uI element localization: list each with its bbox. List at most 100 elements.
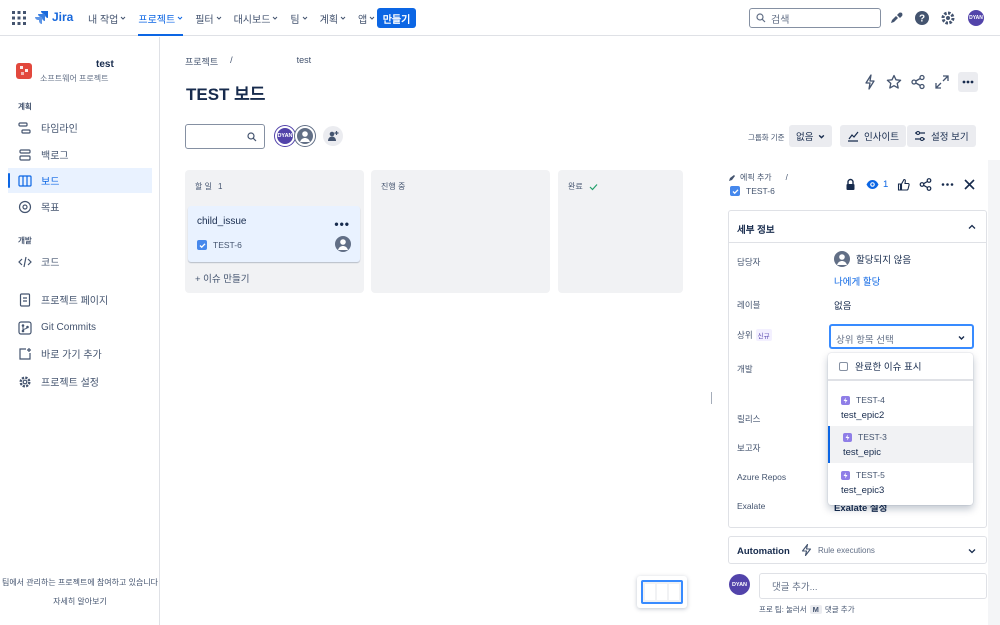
show-done-label: 완료한 이슈 표시 — [855, 362, 922, 373]
insights-button[interactable]: 인사이트 — [840, 125, 906, 147]
share-icon[interactable] — [910, 74, 926, 90]
avatar-filter-dyan[interactable]: DYAN — [275, 126, 295, 146]
more-icon[interactable] — [941, 178, 954, 191]
sidebar-item-project-settings[interactable]: 프로젝트 설정 — [8, 369, 152, 394]
add-epic-link[interactable]: 에픽 추가 / — [728, 172, 788, 183]
labels-value[interactable]: 없음 — [834, 298, 851, 312]
global-search-input[interactable]: 검색 — [749, 8, 881, 28]
close-icon[interactable] — [963, 178, 976, 191]
project-header[interactable]: test 소프트웨어 프로젝트 — [16, 59, 156, 87]
column-title: 완료 — [568, 182, 583, 191]
menu-my-work[interactable]: 내 작업 — [88, 0, 132, 36]
sidebar-item-label: 목표 — [41, 203, 60, 214]
group-by-dropdown[interactable]: 없음 — [789, 125, 833, 147]
svg-text:?: ? — [919, 14, 925, 25]
chevron-down-icon — [273, 16, 278, 20]
search-icon — [247, 132, 257, 142]
pro-tip-key: M — [809, 605, 822, 614]
board-minimap[interactable] — [637, 576, 687, 608]
comment-input[interactable]: 댓글 추가... — [759, 573, 987, 599]
assign-to-me-link[interactable]: 나에게 할당 — [834, 274, 880, 288]
create-issue-button[interactable]: + 이슈 만들기 — [195, 271, 250, 285]
add-shortcut-icon — [19, 347, 31, 360]
sidebar-item-git-commits[interactable]: Git Commits — [8, 315, 152, 340]
epic-lightning-icon — [841, 395, 850, 405]
option-name: test_epic2 — [841, 410, 885, 421]
sidebar-item-board[interactable]: 보드 — [8, 168, 152, 193]
help-icon[interactable]: ? — [914, 10, 930, 26]
thumbs-up-icon[interactable] — [897, 178, 910, 191]
menu-projects[interactable]: 프로젝트 — [138, 0, 189, 36]
settings-gear-icon — [19, 375, 31, 388]
expand-icon[interactable] — [934, 74, 950, 90]
card-key: TEST-6 — [197, 240, 242, 250]
lock-icon[interactable] — [844, 178, 857, 191]
breadcrumb-project[interactable]: test — [297, 55, 312, 68]
breadcrumb-projects[interactable]: 프로젝트 — [185, 55, 218, 68]
column-header: 완료 — [568, 181, 598, 192]
more-actions-button[interactable] — [958, 72, 978, 92]
column-title: 진행 중 — [381, 182, 406, 191]
parent-dropdown-menu: 완료한 이슈 표시 TEST-4 test_epic2 TEST-3 test_… — [828, 353, 973, 505]
minimap-viewport[interactable] — [641, 580, 683, 604]
create-button[interactable]: 만들기 — [377, 8, 416, 28]
user-avatar-icon — [297, 128, 313, 144]
view-settings-button[interactable]: 설정 보기 — [907, 125, 976, 147]
sidebar-item-timeline[interactable]: 타임라인 — [8, 115, 152, 140]
unassigned-avatar-icon[interactable] — [335, 236, 351, 252]
settings-gear-icon[interactable] — [940, 10, 956, 26]
add-people-button[interactable] — [323, 126, 343, 146]
column-header: 진행 중 — [381, 181, 405, 192]
issue-key-link[interactable]: TEST-6 — [730, 186, 775, 196]
avatar-filter-unassigned[interactable] — [295, 126, 315, 146]
menu-dashboards[interactable]: 대시보드 — [234, 0, 285, 36]
parent-option[interactable]: TEST-5 test_epic3 — [828, 464, 973, 501]
watch-eye-icon[interactable] — [866, 178, 879, 191]
parent-option[interactable]: TEST-4 test_epic2 — [828, 389, 973, 426]
task-type-icon — [197, 240, 207, 250]
details-header[interactable]: 세부 정보 — [729, 211, 986, 243]
breadcrumb: 프로젝트 / test — [185, 55, 311, 68]
sidebar-item-goals[interactable]: 목표 — [8, 194, 152, 219]
chevron-down-icon — [968, 549, 976, 554]
card-more-icon[interactable]: ••• — [334, 217, 350, 231]
parent-label-text: 상위 — [737, 330, 753, 340]
share-icon[interactable] — [919, 178, 932, 191]
sidebar-item-code[interactable]: 코드 — [8, 249, 152, 274]
lightning-icon[interactable] — [862, 74, 878, 90]
done-check-icon — [589, 183, 598, 190]
parent-select[interactable]: 상위 항목 선택 — [829, 324, 974, 349]
menu-filters[interactable]: 필터 — [195, 0, 227, 36]
panel-resize-handle[interactable] — [711, 392, 712, 404]
sidebar-item-label: 프로젝트 설정 — [41, 378, 99, 389]
menu-plans[interactable]: 계획 — [320, 0, 352, 36]
menu-teams[interactable]: 팀 — [290, 0, 313, 36]
assignee-text: 할당되지 않음 — [856, 255, 912, 266]
app-switcher-icon[interactable] — [12, 11, 26, 25]
parent-select-placeholder: 상위 항목 선택 — [836, 335, 894, 346]
board-column-done: 완료 — [558, 170, 683, 293]
assignee-value[interactable]: 할당되지 않음 — [834, 251, 911, 267]
notifications-icon[interactable] — [888, 10, 904, 26]
details-title: 세부 정보 — [737, 225, 775, 236]
learn-more-link[interactable]: 자세히 알아보기 — [0, 596, 160, 607]
option-name: test_epic — [843, 447, 882, 458]
sidebar-item-backlog[interactable]: 백로그 — [8, 142, 152, 167]
automation-section[interactable]: Automation Rule executions — [728, 536, 987, 564]
board-search-input[interactable] — [185, 124, 265, 149]
sidebar-item-label: Git Commits — [41, 322, 96, 333]
show-done-issues-checkbox[interactable]: 완료한 이슈 표시 — [828, 353, 973, 381]
rule-executions: Rule executions — [801, 544, 875, 556]
star-icon[interactable] — [886, 74, 902, 90]
chevron-down-icon — [340, 16, 346, 20]
parent-option-highlighted[interactable]: TEST-3 test_epic — [828, 426, 973, 463]
search-icon — [756, 13, 766, 23]
issue-card[interactable]: child_issue ••• TEST-6 — [188, 206, 360, 262]
panel-scrollbar[interactable] — [988, 160, 1000, 625]
sidebar-item-project-pages[interactable]: 프로젝트 페이지 — [8, 287, 152, 312]
profile-avatar[interactable]: DYAN — [968, 10, 984, 26]
board-icon — [18, 174, 32, 187]
sidebar-item-add-shortcut[interactable]: 바로 가기 추가 — [8, 341, 152, 366]
jira-logo[interactable]: Jira — [34, 10, 73, 24]
top-navigation: Jira 내 작업 프로젝트 필터 대시보드 팀 계획 앱 만들기 검색 ? D… — [0, 0, 1000, 36]
